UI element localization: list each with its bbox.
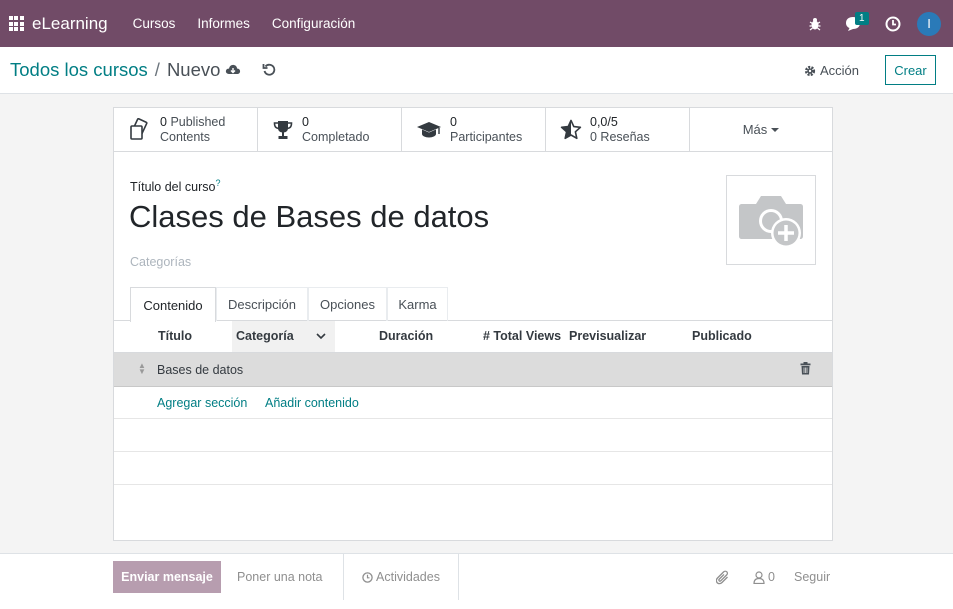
user-avatar[interactable]: I [917,11,941,36]
course-title-label-text: Título del curso [130,180,216,195]
user-icon [753,570,765,584]
menu-cursos[interactable]: Cursos [122,0,187,47]
control-panel: Todos los cursos / Nuevo Acción Crear [0,47,953,94]
stat-value: 0 [450,114,457,129]
column-duracion[interactable]: Duración [379,321,433,352]
course-name-field[interactable]: Clases de Bases de datos [129,199,489,235]
empty-row [114,419,832,452]
activities-label: Actividades [376,570,440,584]
messages-icon[interactable]: 1 [834,0,873,47]
breadcrumb: Todos los cursos / Nuevo [10,59,220,81]
save-cloud-icon[interactable] [225,62,241,79]
send-message-button[interactable]: Enviar mensaje [113,561,221,593]
caret-down-icon [771,127,780,132]
apps-menu-icon[interactable] [3,0,29,47]
stat-value: 0 [160,114,167,129]
stat-published-contents[interactable]: 0 Published Contents [114,108,258,151]
log-note-button[interactable]: Poner una nota [237,570,323,584]
camera-add-icon [739,196,803,248]
help-tooltip-icon[interactable]: ? [215,178,220,188]
messages-count-badge: 1 [855,12,869,25]
create-button[interactable]: Crear [885,55,936,85]
breadcrumb-current: Nuevo [166,59,221,80]
follow-button[interactable]: Seguir [794,570,830,584]
activities-button[interactable]: Actividades [343,554,459,600]
app-brand[interactable]: eLearning [32,14,108,34]
discard-undo-icon[interactable] [262,62,276,79]
stat-label: Published [170,114,226,129]
stat-value: 0 [302,114,309,129]
column-publicado[interactable]: Publicado [692,321,752,352]
column-categoria[interactable]: Categoría [232,321,335,352]
add-section-link[interactable]: Agregar sección [157,396,247,410]
column-titulo[interactable]: Título [158,321,192,352]
menu-configuracion[interactable]: Configuración [261,0,366,47]
form-sheet: 0 Published Contents 0 Completado 0 Part… [113,107,833,541]
activity-clock-icon[interactable] [873,0,912,47]
table-header: Título Categoría Duración # Total Views … [114,321,832,353]
tab-contenido[interactable]: Contenido [130,287,216,322]
followers-button[interactable]: 0 [753,570,775,584]
gear-icon [804,65,816,76]
section-row[interactable]: ▲ ▼ Bases de datos [114,353,832,387]
stat-label: Participantes [450,129,523,144]
star-icon [560,119,582,139]
tab-descripcion[interactable]: Descripción [216,287,308,321]
stat-button-box: 0 Published Contents 0 Completado 0 Part… [114,108,832,152]
more-stats-button[interactable]: Más [690,108,832,151]
action-label: Acción [820,63,860,78]
drag-handle-icon[interactable]: ▲ ▼ [138,362,146,376]
stat-completado[interactable]: 0 Completado [258,108,402,151]
trophy-icon [273,120,293,139]
more-label: Más [742,122,768,137]
add-line-row: Agregar sección Añadir contenido [114,387,832,419]
graduation-cap-icon [417,121,441,137]
breadcrumb-parent-link[interactable]: Todos los cursos [10,59,148,81]
tab-opciones[interactable]: Opciones [308,287,387,321]
trash-icon[interactable] [800,362,811,378]
stat-resenas[interactable]: 0,0/5 0 Reseñas [546,108,690,151]
course-image-field[interactable] [726,175,816,265]
tab-karma[interactable]: Karma [387,287,448,321]
add-content-link[interactable]: Añadir contenido [265,396,359,410]
followers-count: 0 [768,570,775,584]
section-name[interactable]: Bases de datos [157,363,243,377]
stat-value: 0,0/5 [590,114,618,129]
stat-label: Completado [302,129,370,144]
breadcrumb-separator: / [154,59,160,80]
stat-label: 0 Reseñas [590,129,650,144]
categories-field[interactable]: Categorías [130,255,191,269]
column-total-views[interactable]: # Total Views [483,321,561,352]
top-navbar: eLearning Cursos Informes Configuración … [0,0,953,47]
debug-bug-icon[interactable] [795,0,834,47]
stat-participantes[interactable]: 0 Participantes [402,108,546,151]
course-title-label: Título del curso? [130,178,220,194]
clock-icon [362,571,373,583]
stat-label: Contents [160,129,211,144]
column-previsualizar[interactable]: Previsualizar [569,321,646,352]
empty-row [114,452,832,485]
action-menu-button[interactable]: Acción [804,63,859,78]
menu-informes[interactable]: Informes [186,0,261,47]
contents-icon [130,117,148,140]
attachment-paperclip-icon[interactable] [716,570,730,585]
chatter-bar: Enviar mensaje Poner una nota Actividade… [0,553,953,609]
notebook-tabs: Contenido Descripción Opciones Karma [114,287,832,322]
chevron-down-icon [316,333,326,340]
column-categoria-label: Categoría [236,329,294,343]
